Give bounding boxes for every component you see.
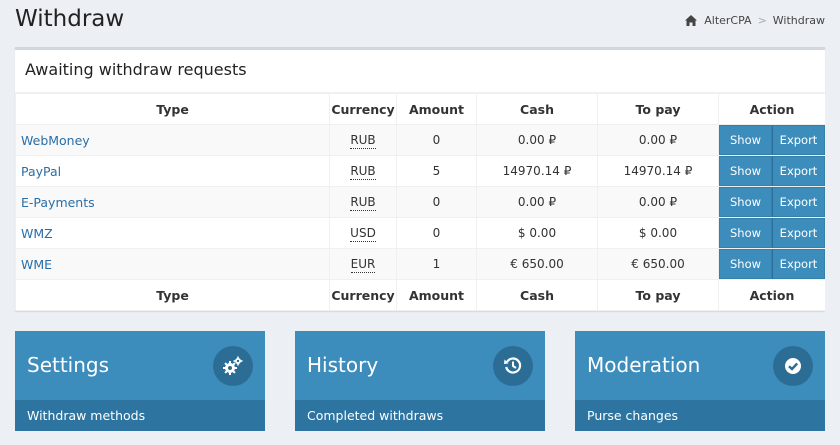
currency-cell: RUB bbox=[350, 164, 376, 180]
withdraw-requests-box: Awaiting withdraw requests Type Currency… bbox=[15, 47, 826, 311]
cash-cell: 0.00 ₽ bbox=[476, 186, 598, 218]
column-header-amount: Amount bbox=[396, 93, 477, 125]
type-link[interactable]: PayPal bbox=[21, 164, 61, 179]
column-footer-amount: Amount bbox=[396, 279, 477, 311]
tile-footer-link[interactable]: Completed withdraws bbox=[295, 400, 545, 431]
to-pay-cell: € 650.00 bbox=[597, 248, 719, 280]
export-button[interactable]: Export bbox=[772, 187, 825, 217]
amount-cell: 0 bbox=[396, 186, 477, 218]
tile-title: Moderation bbox=[587, 353, 701, 377]
table-header-row: Type Currency Amount Cash To pay Action bbox=[15, 93, 826, 125]
breadcrumb-current: Withdraw bbox=[772, 14, 825, 27]
show-button[interactable]: Show bbox=[719, 156, 772, 186]
currency-cell: RUB bbox=[350, 133, 376, 149]
export-button[interactable]: Export bbox=[772, 156, 825, 186]
amount-cell: 0 bbox=[396, 217, 477, 249]
box-title: Awaiting withdraw requests bbox=[15, 50, 825, 93]
breadcrumb-home-link[interactable]: AlterCPA bbox=[704, 14, 751, 27]
settings-tile[interactable]: Settings Withdraw methods bbox=[15, 331, 265, 431]
export-button[interactable]: Export bbox=[772, 218, 825, 248]
amount-cell: 5 bbox=[396, 155, 477, 187]
cash-cell: 14970.14 ₽ bbox=[476, 155, 598, 187]
tile-title: History bbox=[307, 353, 379, 377]
type-link[interactable]: WebMoney bbox=[21, 133, 90, 148]
column-header-cash: Cash bbox=[476, 93, 598, 125]
withdraw-table: Type Currency Amount Cash To pay Action … bbox=[15, 93, 826, 311]
show-button[interactable]: Show bbox=[719, 218, 772, 248]
moderation-tile[interactable]: Moderation Purse changes bbox=[575, 331, 825, 431]
column-header-type: Type bbox=[15, 93, 330, 125]
to-pay-cell: $ 0.00 bbox=[597, 217, 719, 249]
currency-cell: EUR bbox=[350, 257, 376, 273]
show-button[interactable]: Show bbox=[719, 249, 772, 279]
tile-footer-link[interactable]: Withdraw methods bbox=[15, 400, 265, 431]
column-footer-to-pay: To pay bbox=[597, 279, 719, 311]
amount-cell: 1 bbox=[396, 248, 477, 280]
to-pay-cell: 14970.14 ₽ bbox=[597, 155, 719, 187]
home-icon bbox=[685, 15, 698, 26]
column-header-action: Action bbox=[718, 93, 826, 125]
cash-cell: 0.00 ₽ bbox=[476, 124, 598, 156]
table-footer-row: Type Currency Amount Cash To pay Action bbox=[15, 279, 826, 311]
column-footer-cash: Cash bbox=[476, 279, 598, 311]
column-header-to-pay: To pay bbox=[597, 93, 719, 125]
to-pay-cell: 0.00 ₽ bbox=[597, 124, 719, 156]
table-row: WME EUR 1 € 650.00 € 650.00 Show Export bbox=[15, 248, 826, 280]
table-row: WMZ USD 0 $ 0.00 $ 0.00 Show Export bbox=[15, 217, 826, 249]
show-button[interactable]: Show bbox=[719, 187, 772, 217]
export-button[interactable]: Export bbox=[772, 125, 825, 155]
type-link[interactable]: WMZ bbox=[21, 226, 53, 241]
type-link[interactable]: E-Payments bbox=[21, 195, 95, 210]
column-footer-type: Type bbox=[15, 279, 330, 311]
gears-icon bbox=[213, 346, 253, 386]
history-icon bbox=[493, 346, 533, 386]
currency-cell: USD bbox=[350, 226, 376, 242]
cash-cell: € 650.00 bbox=[476, 248, 598, 280]
breadcrumb-separator: > bbox=[757, 14, 767, 27]
column-header-currency: Currency bbox=[329, 93, 397, 125]
type-link[interactable]: WME bbox=[21, 257, 52, 272]
table-row: E-Payments RUB 0 0.00 ₽ 0.00 ₽ Show Expo… bbox=[15, 186, 826, 218]
currency-cell: RUB bbox=[350, 195, 376, 211]
history-tile[interactable]: History Completed withdraws bbox=[295, 331, 545, 431]
to-pay-cell: 0.00 ₽ bbox=[597, 186, 719, 218]
show-button[interactable]: Show bbox=[719, 125, 772, 155]
table-row: WebMoney RUB 0 0.00 ₽ 0.00 ₽ Show Export bbox=[15, 124, 826, 156]
export-button[interactable]: Export bbox=[772, 249, 825, 279]
page-title: Withdraw bbox=[15, 6, 125, 32]
column-footer-action: Action bbox=[718, 279, 826, 311]
check-circle-icon bbox=[773, 346, 813, 386]
cash-cell: $ 0.00 bbox=[476, 217, 598, 249]
amount-cell: 0 bbox=[396, 124, 477, 156]
breadcrumb: AlterCPA > Withdraw bbox=[685, 14, 825, 27]
column-footer-currency: Currency bbox=[329, 279, 397, 311]
tile-title: Settings bbox=[27, 353, 110, 377]
table-row: PayPal RUB 5 14970.14 ₽ 14970.14 ₽ Show … bbox=[15, 155, 826, 187]
tile-footer-link[interactable]: Purse changes bbox=[575, 400, 825, 431]
